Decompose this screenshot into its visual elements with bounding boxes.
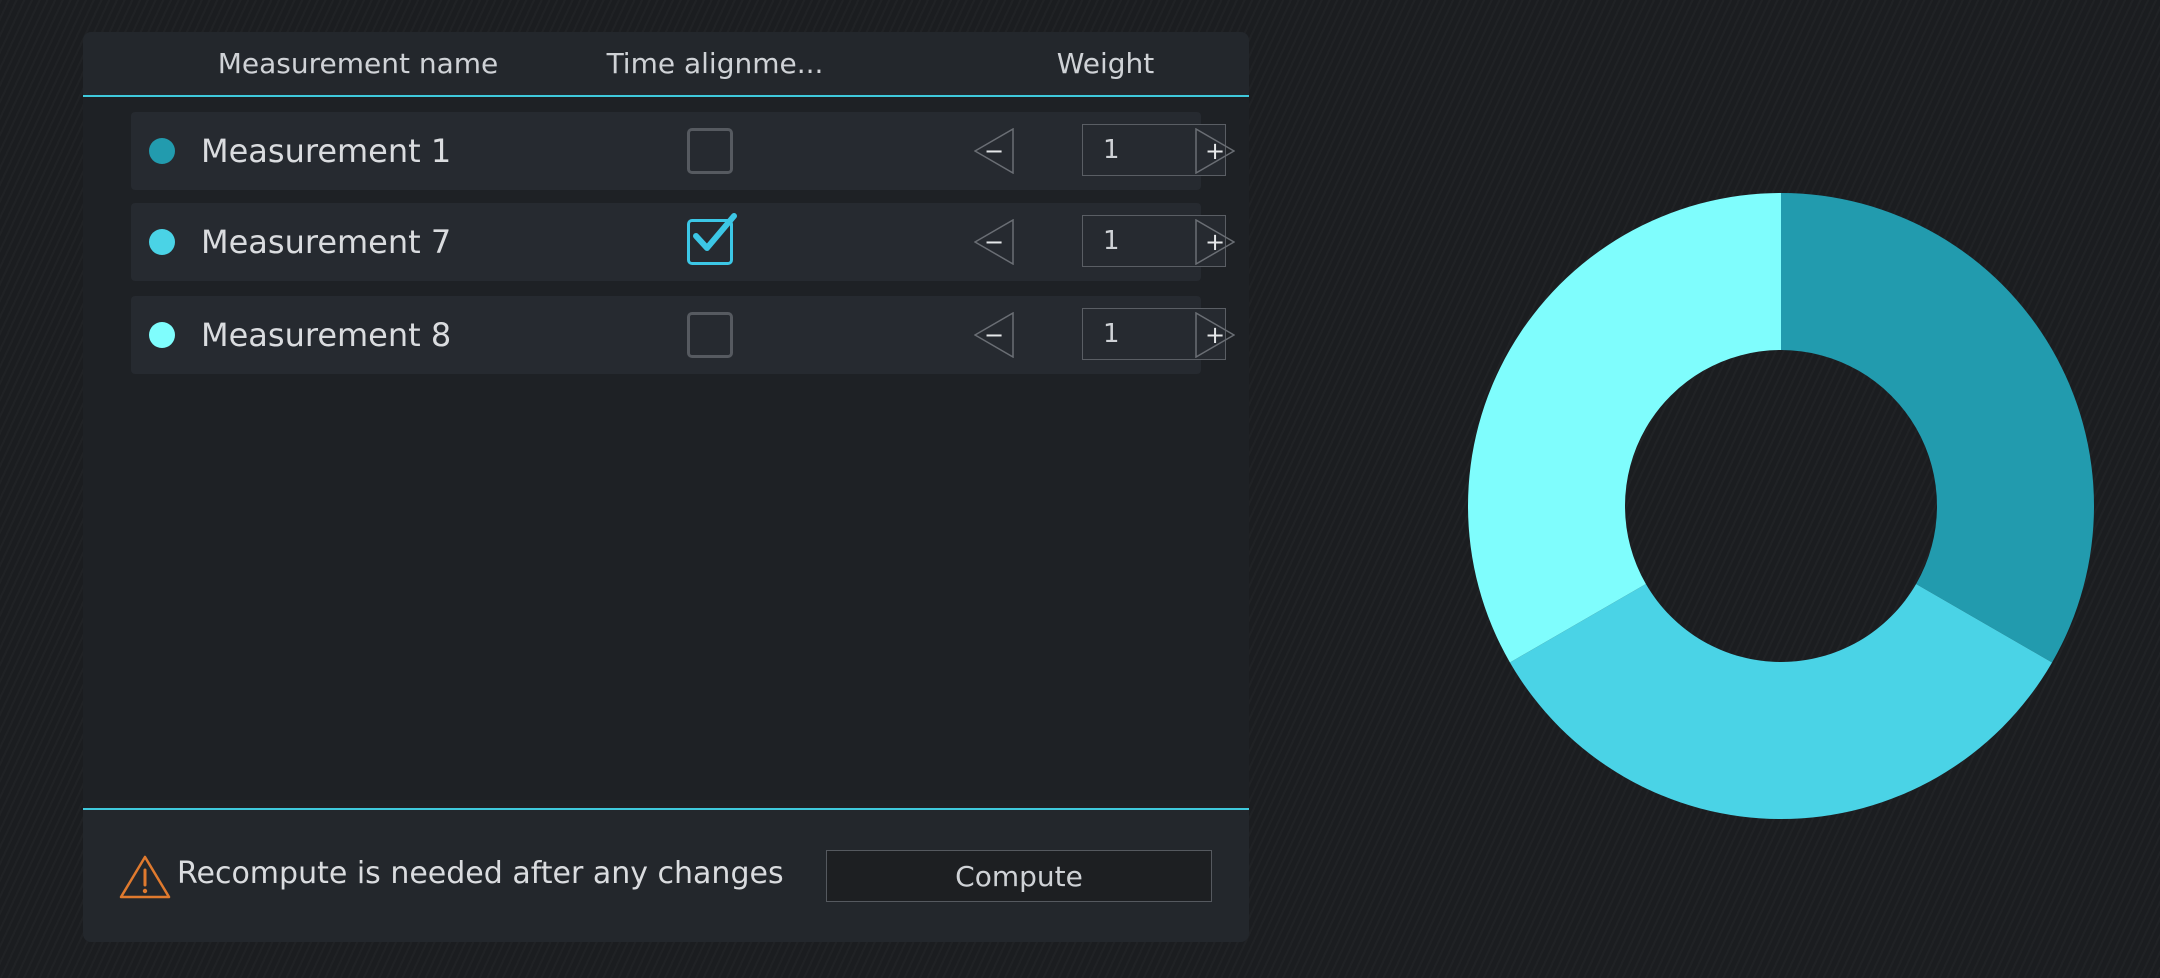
donut-slice: [1509, 584, 2053, 819]
weight-decrement-button[interactable]: −: [974, 312, 1014, 358]
column-header-weight[interactable]: Weight: [963, 32, 1248, 95]
checkmark-icon: [693, 213, 737, 251]
series-color-dot: [149, 138, 175, 164]
time-alignment-checkbox[interactable]: [687, 213, 737, 265]
weight-increment-button[interactable]: +: [1195, 312, 1235, 358]
table-row: Measurement 7 − 1 +: [131, 203, 1235, 281]
recompute-warning: Recompute is needed after any changes: [177, 856, 784, 891]
measurement-name: Measurement 8: [201, 316, 452, 354]
panel-footer: Recompute is needed after any changes Co…: [83, 808, 1249, 942]
compute-button[interactable]: Compute: [826, 850, 1212, 902]
weight-decrement-button[interactable]: −: [974, 128, 1014, 174]
series-color-dot: [149, 322, 175, 348]
table-row: Measurement 8 − 1 +: [131, 296, 1235, 374]
weight-increment-button[interactable]: +: [1195, 128, 1235, 174]
time-alignment-checkbox[interactable]: [687, 312, 733, 358]
table-row: Measurement 1 − 1 +: [131, 112, 1235, 190]
weight-donut-chart: [1468, 193, 2094, 819]
weight-increment-button[interactable]: +: [1195, 219, 1235, 265]
table-header: Measurement name Time alignme... Weight: [83, 32, 1249, 97]
weight-decrement-button[interactable]: −: [974, 219, 1014, 265]
warning-icon: [119, 855, 171, 899]
measurement-name: Measurement 1: [201, 132, 452, 170]
measurement-panel: Measurement name Time alignme... Weight …: [83, 32, 1249, 942]
column-header-measurement-name[interactable]: Measurement name: [168, 32, 548, 95]
column-header-time-alignment[interactable]: Time alignme...: [580, 32, 850, 95]
series-color-dot: [149, 229, 175, 255]
donut-slice: [1468, 193, 1781, 663]
measurement-name: Measurement 7: [201, 223, 452, 261]
time-alignment-checkbox[interactable]: [687, 128, 733, 174]
donut-slice: [1781, 193, 2094, 663]
